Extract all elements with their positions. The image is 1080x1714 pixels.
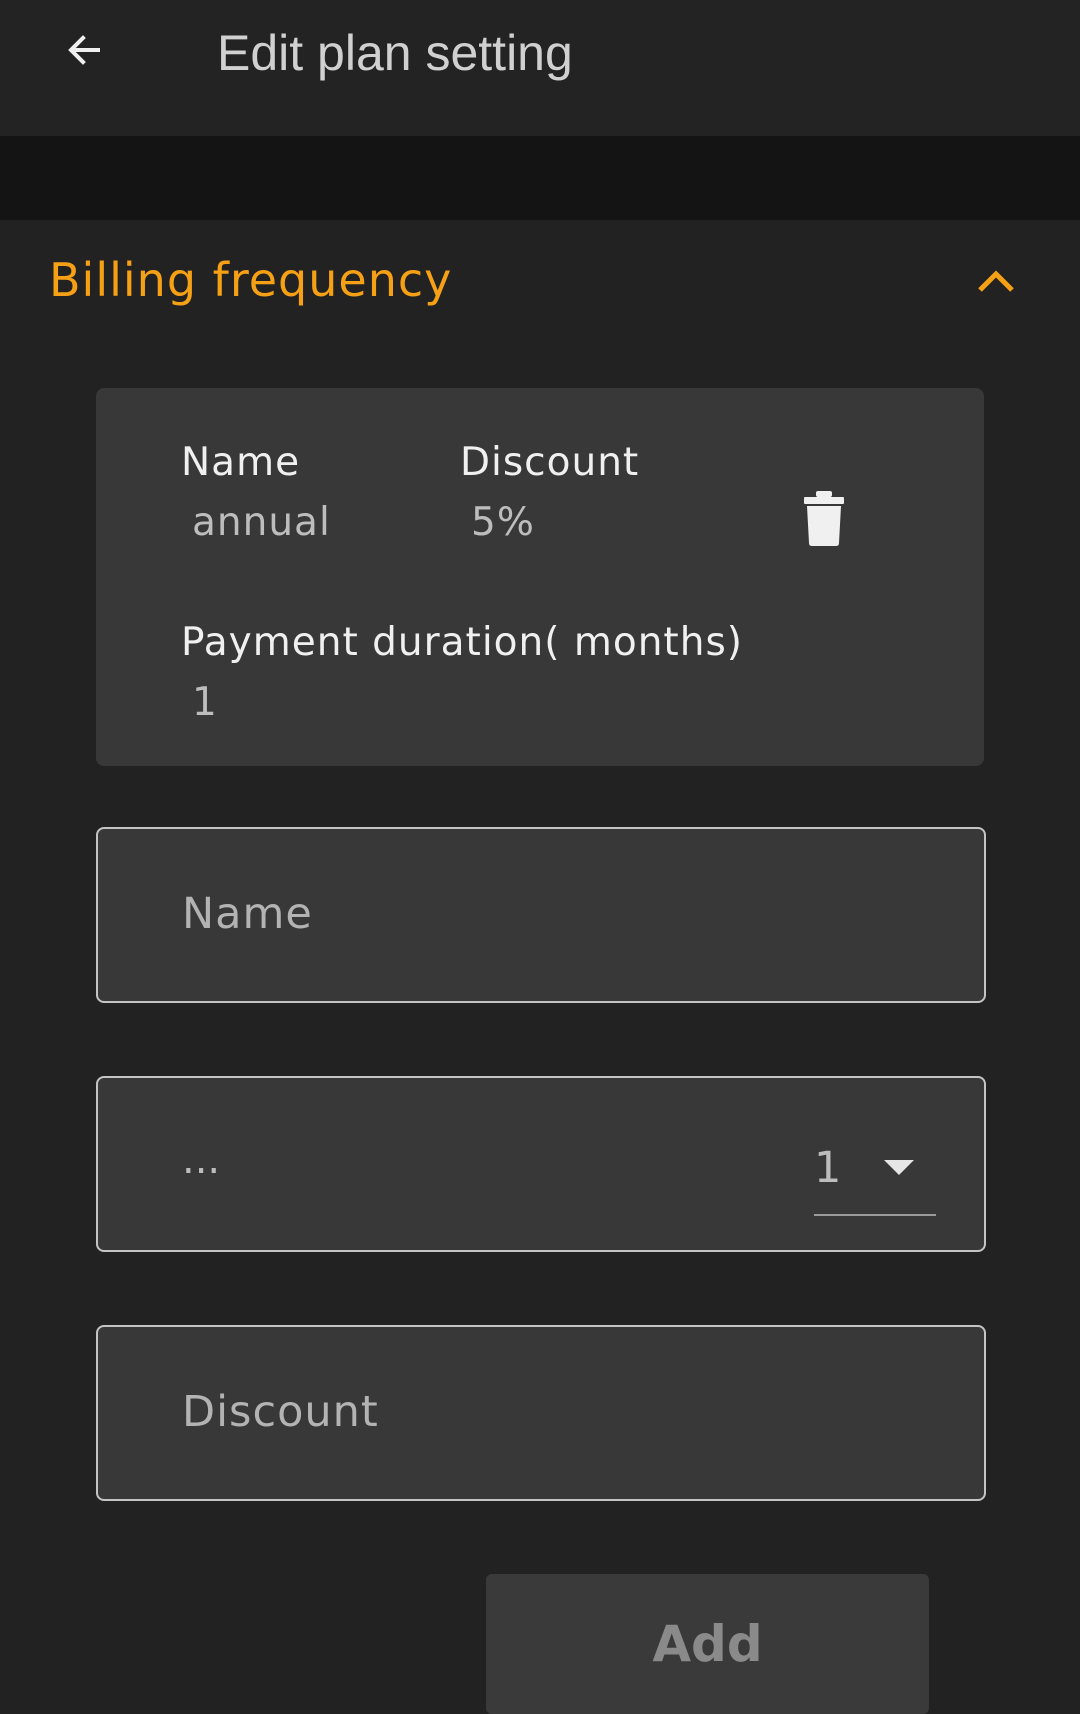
duration-placeholder: ... — [182, 1137, 221, 1183]
trash-icon — [802, 489, 846, 551]
arrow-left-icon — [64, 30, 104, 74]
duration-input-box: ... 1 — [96, 1076, 986, 1252]
entry-name-label: Name — [181, 440, 301, 485]
header-divider — [0, 136, 1080, 220]
billing-entry-card: Name annual Discount 5% Payment duration… — [96, 388, 984, 766]
name-input[interactable] — [182, 879, 882, 949]
discount-input[interactable] — [182, 1377, 882, 1447]
delete-entry-button[interactable] — [796, 488, 852, 552]
app-bar: Edit plan setting — [0, 0, 1080, 136]
entry-duration-value: 1 — [192, 680, 218, 725]
entry-name-value: annual — [192, 500, 331, 545]
entry-discount-value: 5% — [471, 500, 535, 545]
duration-dropdown[interactable]: 1 — [814, 1130, 936, 1216]
billing-frequency-toggle[interactable]: Billing frequency — [0, 220, 1080, 340]
duration-selected-value: 1 — [814, 1143, 842, 1193]
billing-frequency-section: Billing frequency Name annual Discount 5… — [0, 220, 1080, 1714]
page-title: Edit plan setting — [217, 25, 573, 81]
entry-discount-label: Discount — [460, 440, 640, 485]
chevron-up-icon — [972, 260, 1020, 300]
section-title: Billing frequency — [49, 253, 453, 307]
name-input-box — [96, 827, 986, 1003]
caret-down-icon — [884, 1160, 914, 1175]
add-button[interactable]: Add — [486, 1574, 929, 1714]
back-button[interactable] — [56, 24, 112, 80]
entry-duration-label: Payment duration( months) — [181, 620, 743, 665]
discount-input-box — [96, 1325, 986, 1501]
